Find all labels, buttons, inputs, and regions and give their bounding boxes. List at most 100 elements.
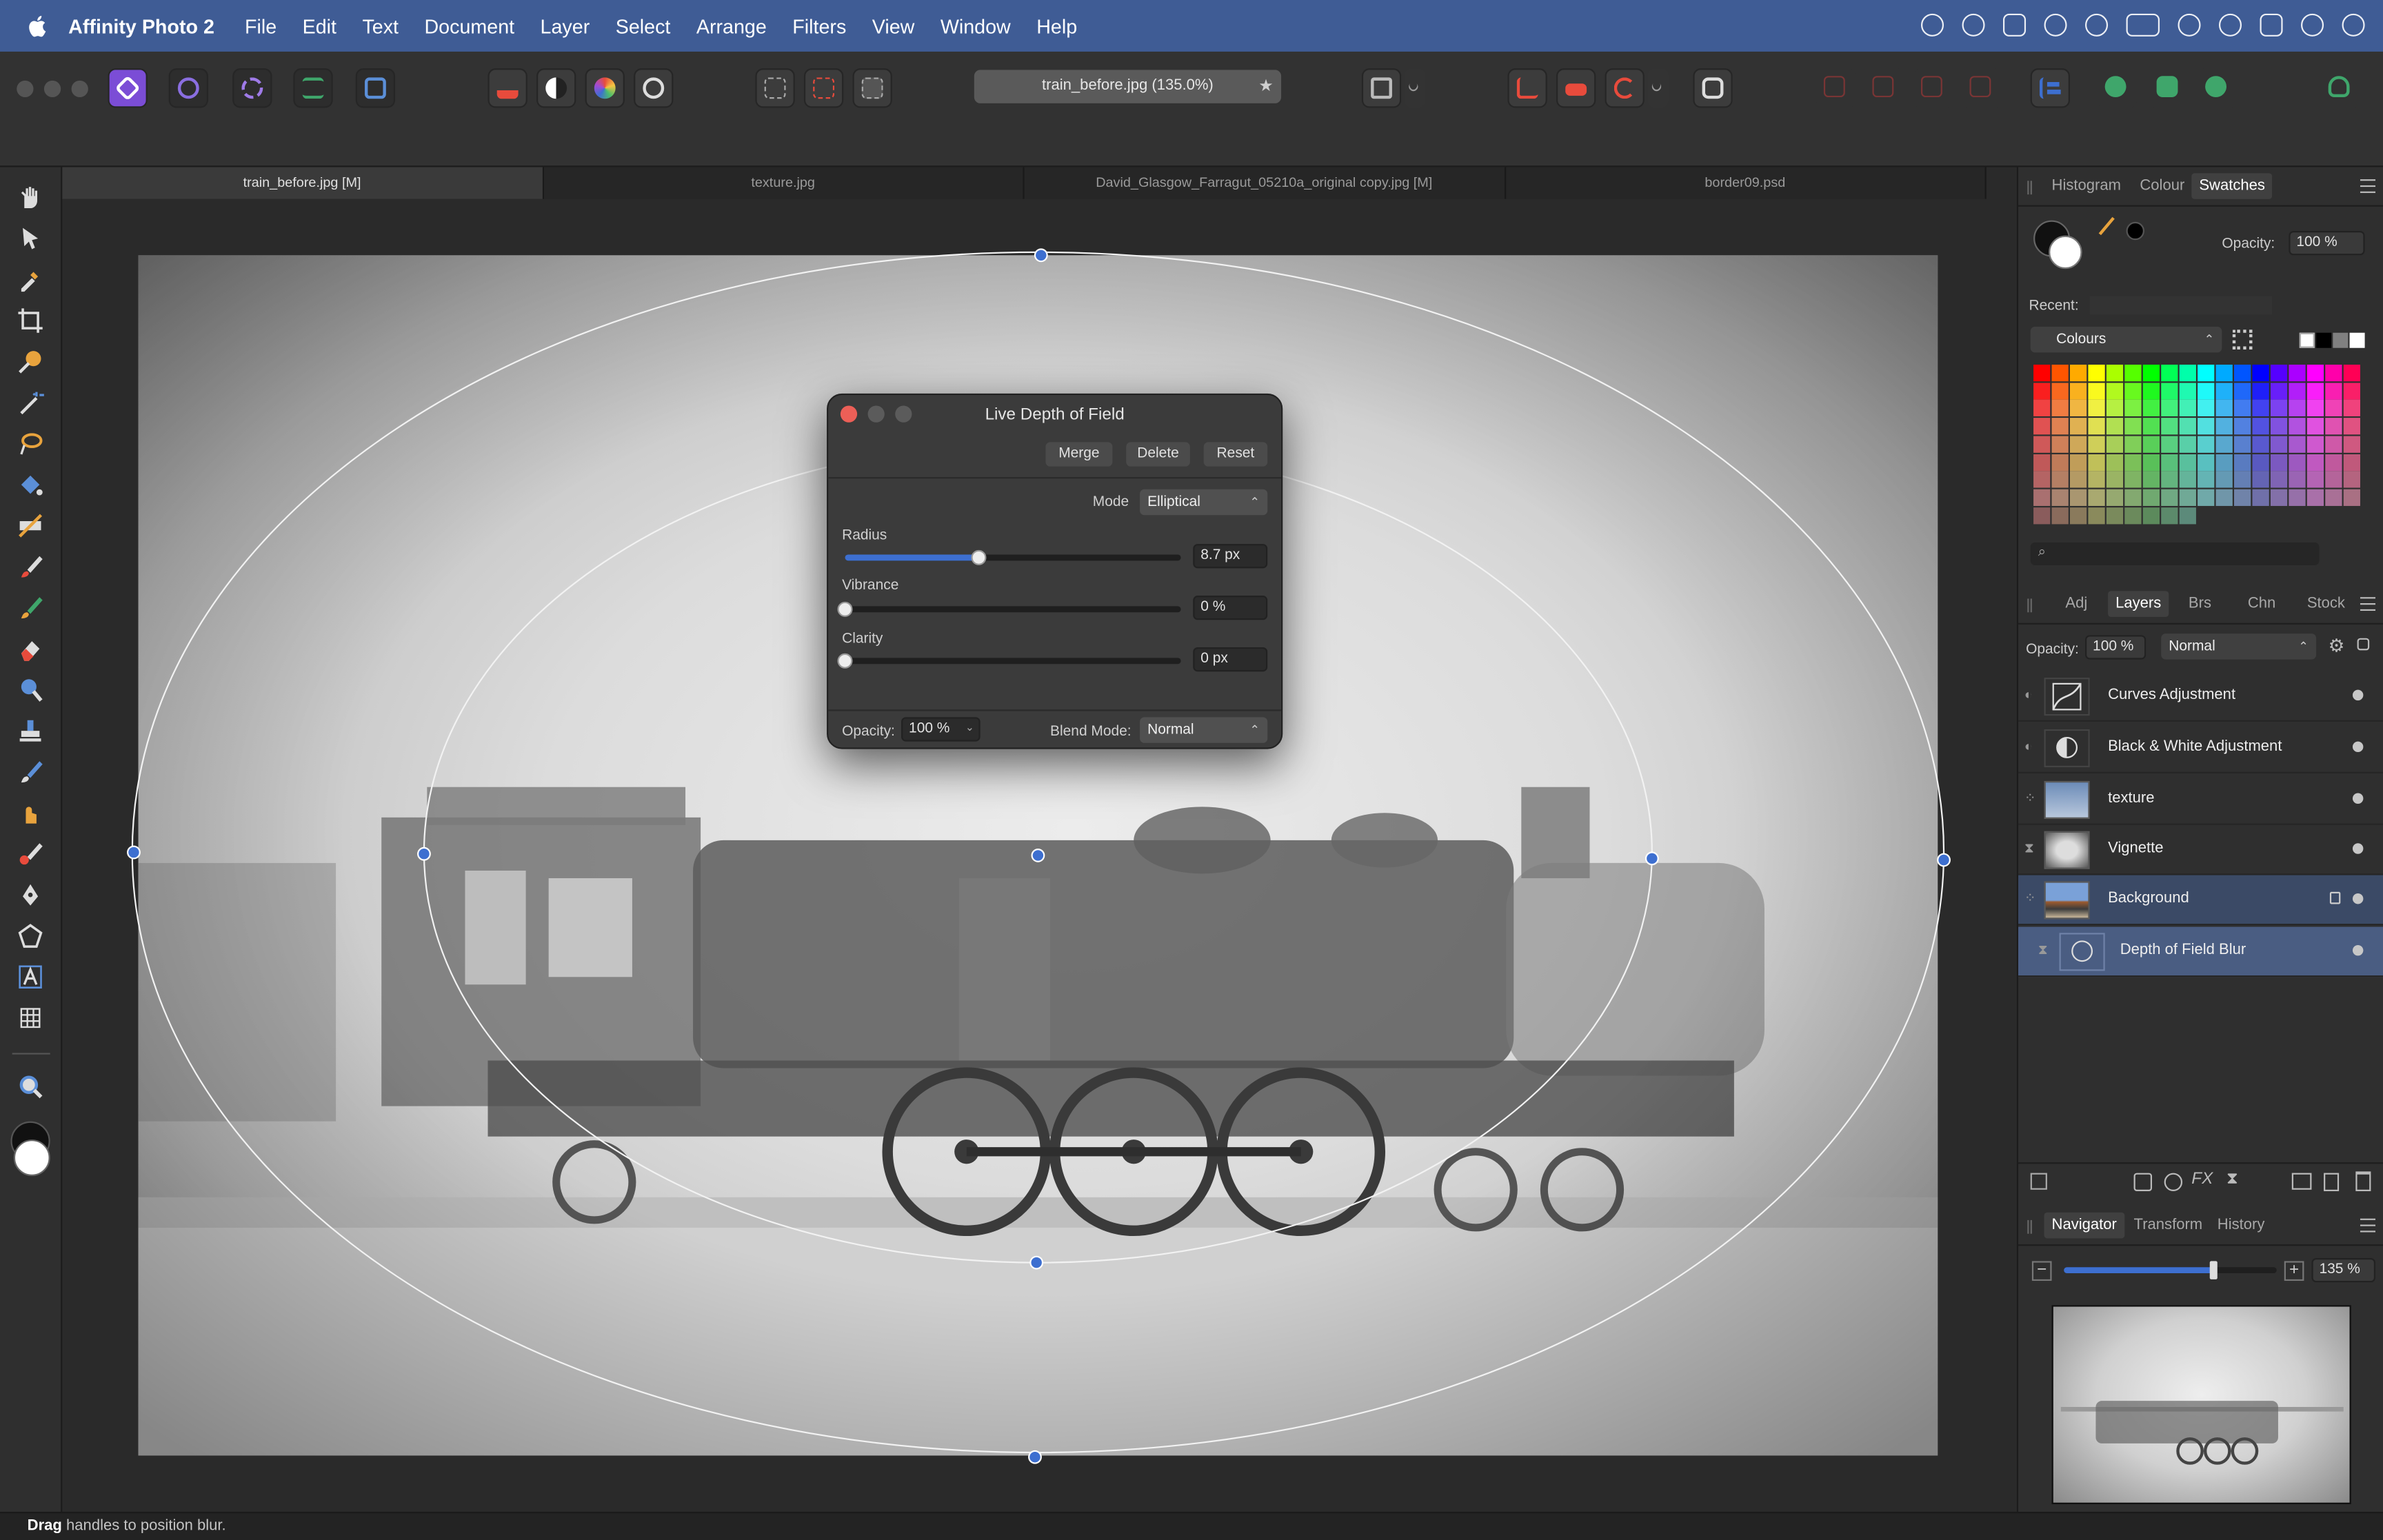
colour-swatch[interactable]: [2124, 400, 2142, 417]
menu-document[interactable]: Document: [424, 14, 514, 37]
colour-swatch[interactable]: [2252, 382, 2269, 399]
colour-swatch[interactable]: [2033, 471, 2051, 488]
colour-swatch[interactable]: [2179, 418, 2196, 435]
colour-swatch[interactable]: [2106, 400, 2124, 417]
assistant-button[interactable]: [1556, 68, 1596, 108]
layer-row-black-white[interactable]: ◐ Black & White Adjustment: [2018, 723, 2383, 773]
blur-handle-bottom[interactable]: [1028, 1450, 1042, 1464]
paint-brush-tool[interactable]: [15, 551, 46, 582]
colour-swatch[interactable]: [2343, 364, 2360, 382]
window-close-button[interactable]: [17, 80, 34, 98]
zoom-slider-knob[interactable]: [2209, 1261, 2218, 1279]
menu-text[interactable]: Text: [362, 14, 399, 37]
siri-icon[interactable]: [2301, 13, 2324, 37]
colour-swatch[interactable]: [2215, 436, 2233, 453]
trash-icon[interactable]: [2355, 1171, 2371, 1192]
align-button[interactable]: [2030, 68, 2070, 108]
lock-icon[interactable]: [2003, 13, 2027, 37]
vibrance-slider-knob[interactable]: [837, 601, 853, 617]
flood-select-tool[interactable]: [15, 387, 46, 418]
invert-selection-button[interactable]: [852, 68, 892, 108]
zoom-out-button[interactable]: −: [2031, 1261, 2052, 1281]
colour-swatch[interactable]: [2179, 453, 2196, 471]
colour-swatch[interactable]: [2179, 400, 2196, 417]
tab-histogram[interactable]: Histogram: [2052, 178, 2121, 194]
colour-swatch[interactable]: [2289, 382, 2306, 399]
blur-center-handle[interactable]: [1031, 848, 1045, 862]
colour-swatch[interactable]: [2161, 489, 2178, 506]
colour-swatch[interactable]: [2306, 382, 2324, 399]
blur-inner-handle-left[interactable]: [417, 847, 431, 861]
healing-brush-tool[interactable]: [15, 757, 46, 787]
tab-history[interactable]: History: [2218, 1217, 2265, 1233]
colour-swatch[interactable]: [2124, 453, 2142, 471]
colour-swatch[interactable]: [2069, 453, 2087, 471]
red-eye-tool[interactable]: [15, 839, 46, 869]
star-icon[interactable]: ★: [1258, 70, 1274, 103]
palette-select[interactable]: Colours ⌃: [2030, 326, 2222, 353]
colour-swatch[interactable]: [2088, 382, 2105, 399]
move-to-front-button[interactable]: [1816, 68, 1856, 108]
colour-swatch[interactable]: [2252, 471, 2269, 488]
colour-swatch[interactable]: [2215, 400, 2233, 417]
colour-swatch[interactable]: [2198, 382, 2215, 399]
colour-swatch[interactable]: [2161, 453, 2178, 471]
apple-logo-icon[interactable]: [26, 14, 50, 38]
colour-swatch[interactable]: [2252, 436, 2269, 453]
dodge-brush-tool[interactable]: [15, 675, 46, 705]
colour-picker-tool[interactable]: [15, 265, 46, 295]
tab-layers[interactable]: Layers: [2108, 591, 2169, 617]
colour-swatch[interactable]: [2325, 418, 2342, 435]
colour-swatch[interactable]: [2270, 418, 2288, 435]
menu-view[interactable]: View: [872, 14, 915, 37]
colour-swatch[interactable]: [2215, 418, 2233, 435]
colour-swatch[interactable]: [2124, 489, 2142, 506]
colour-swatch[interactable]: [2142, 364, 2160, 382]
colour-swatch[interactable]: [2289, 400, 2306, 417]
white-swatch[interactable]: [2349, 332, 2365, 348]
colour-swatch[interactable]: [2198, 453, 2215, 471]
mesh-warp-tool[interactable]: [15, 1003, 46, 1033]
opacity-field[interactable]: 100 % ⌄: [901, 717, 981, 742]
layer-mode-icon[interactable]: ⁘: [2024, 790, 2037, 805]
menu-select[interactable]: Select: [616, 14, 671, 37]
eyedropper-icon[interactable]: [2098, 216, 2126, 245]
colour-swatch[interactable]: [2234, 400, 2251, 417]
colour-swatch[interactable]: [2124, 436, 2142, 453]
develop-persona-button[interactable]: [232, 68, 272, 108]
erase-brush-tool[interactable]: [15, 634, 46, 664]
colour-swatch[interactable]: [2325, 489, 2342, 506]
colour-swatch[interactable]: [2325, 400, 2342, 417]
colour-swatch[interactable]: [2252, 418, 2269, 435]
colour-swatch[interactable]: [2106, 364, 2124, 382]
colour-swatch[interactable]: [2270, 471, 2288, 488]
colour-swatch[interactable]: [2270, 400, 2288, 417]
colour-swatch[interactable]: [2161, 436, 2178, 453]
layer-row-texture[interactable]: ⁘ texture: [2018, 775, 2383, 825]
colour-swatch[interactable]: [2325, 364, 2342, 382]
none-swatch[interactable]: [2299, 332, 2315, 348]
colour-swatch[interactable]: [2179, 489, 2196, 506]
colour-swatch[interactable]: [2289, 489, 2306, 506]
colour-swatch[interactable]: [2198, 436, 2215, 453]
colour-swatch[interactable]: [2161, 418, 2178, 435]
colour-swatch[interactable]: [2234, 364, 2251, 382]
colour-swatch[interactable]: [2325, 471, 2342, 488]
wifi-icon[interactable]: [2178, 13, 2201, 37]
tab-stock[interactable]: Stock: [2307, 596, 2345, 612]
boolean-subtract-button[interactable]: [2149, 68, 2189, 108]
layer-mode-icon[interactable]: ◐: [2024, 687, 2037, 702]
quick-mask-button[interactable]: [1361, 68, 1402, 108]
colour-swatch[interactable]: [2161, 471, 2178, 488]
colour-swatch[interactable]: [2088, 489, 2105, 506]
colour-swatch[interactable]: [2343, 382, 2360, 399]
colour-swatch[interactable]: [2343, 418, 2360, 435]
colour-swatch[interactable]: [2306, 471, 2324, 488]
colour-swatch[interactable]: [2033, 400, 2051, 417]
colour-swatch[interactable]: [2033, 507, 2051, 524]
control-center-icon[interactable]: [2260, 13, 2283, 37]
layer-visibility-dot[interactable]: [2352, 741, 2364, 753]
colour-swatch[interactable]: [2106, 436, 2124, 453]
photo-persona-button[interactable]: [108, 68, 148, 108]
recent-swatches-strip[interactable]: [2089, 296, 2273, 315]
